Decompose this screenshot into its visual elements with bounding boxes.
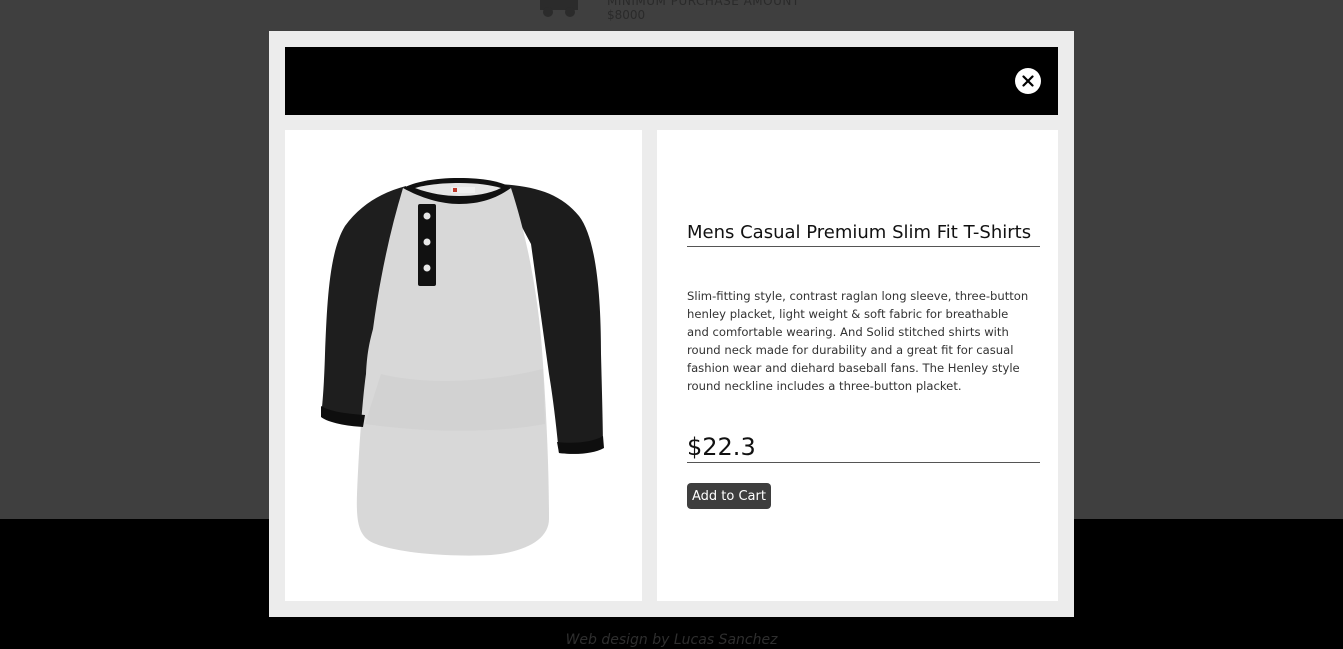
product-price: $22.3 [687,432,1040,463]
promo-value: $8000 [607,8,646,22]
product-modal: Mens Casual Premium Slim Fit T-Shirts Sl… [269,31,1074,617]
product-title: Mens Casual Premium Slim Fit T-Shirts [687,222,1040,247]
add-to-cart-button[interactable]: Add to Cart [687,483,771,509]
close-button[interactable] [1015,68,1041,94]
footer-credit: Web design by Lucas Sanchez [565,632,778,648]
promo-label: MINIMUM PURCHASE AMOUNT [607,0,800,8]
product-description: Slim-fitting style, contrast raglan long… [687,289,1029,393]
product-info-panel: Mens Casual Premium Slim Fit T-Shirts Sl… [657,130,1058,601]
modal-header [285,47,1058,115]
close-icon [1022,75,1034,87]
product-image [321,178,604,556]
product-image-panel [285,130,642,601]
truck-icon [540,0,578,17]
